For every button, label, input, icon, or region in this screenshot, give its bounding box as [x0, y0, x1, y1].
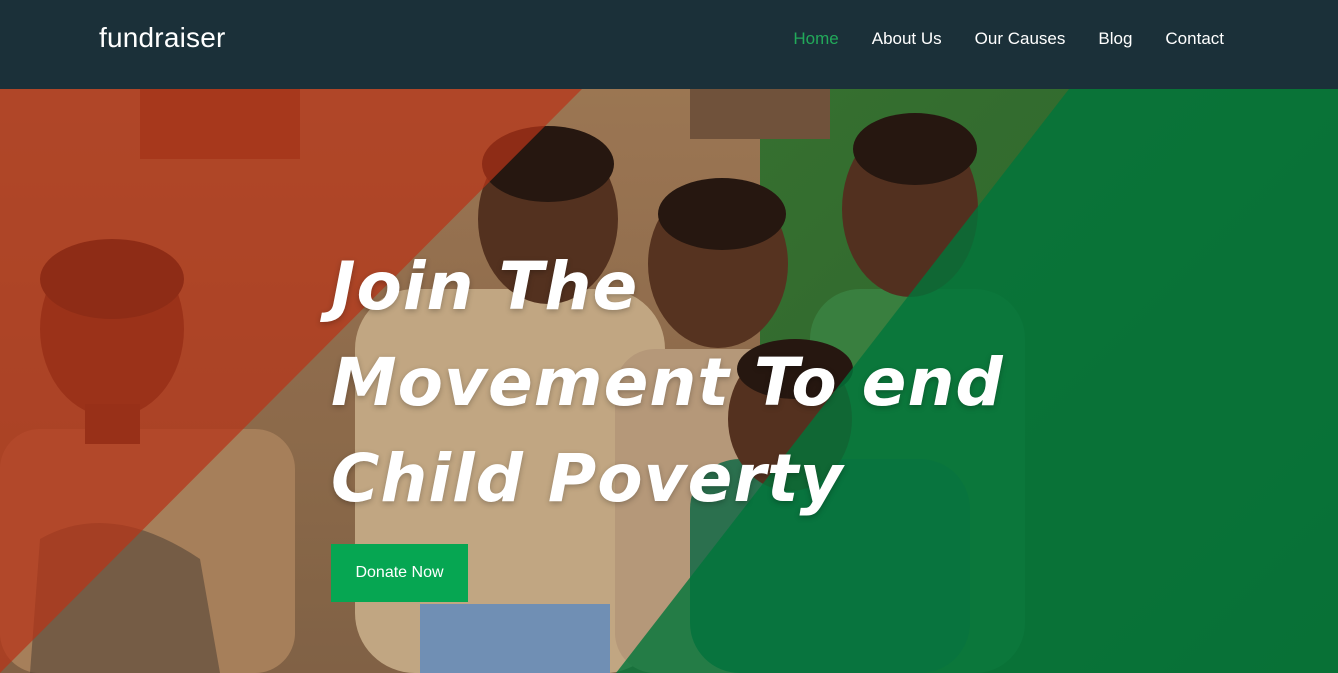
nav-home[interactable]: Home	[793, 29, 838, 49]
hero-title-line-2: Movement To end	[331, 344, 1004, 421]
nav-our-causes[interactable]: Our Causes	[975, 29, 1066, 49]
hero-section: Join The Movement To end Child Poverty D…	[0, 89, 1338, 673]
hero-title: Join The Movement To end Child Poverty	[331, 239, 1031, 527]
hero-title-line-3: Child Poverty	[331, 440, 844, 517]
main-nav: Home About Us Our Causes Blog Contact	[793, 29, 1224, 49]
nav-blog[interactable]: Blog	[1098, 29, 1132, 49]
brand-logo[interactable]: fundraiser	[99, 22, 226, 54]
nav-about-us[interactable]: About Us	[872, 29, 942, 49]
hero-title-line-1: Join The	[331, 248, 639, 325]
donate-now-button[interactable]: Donate Now	[331, 544, 468, 602]
nav-contact[interactable]: Contact	[1165, 29, 1224, 49]
page: fundraiser Home About Us Our Causes Blog…	[0, 0, 1338, 673]
header: fundraiser Home About Us Our Causes Blog…	[0, 0, 1338, 89]
